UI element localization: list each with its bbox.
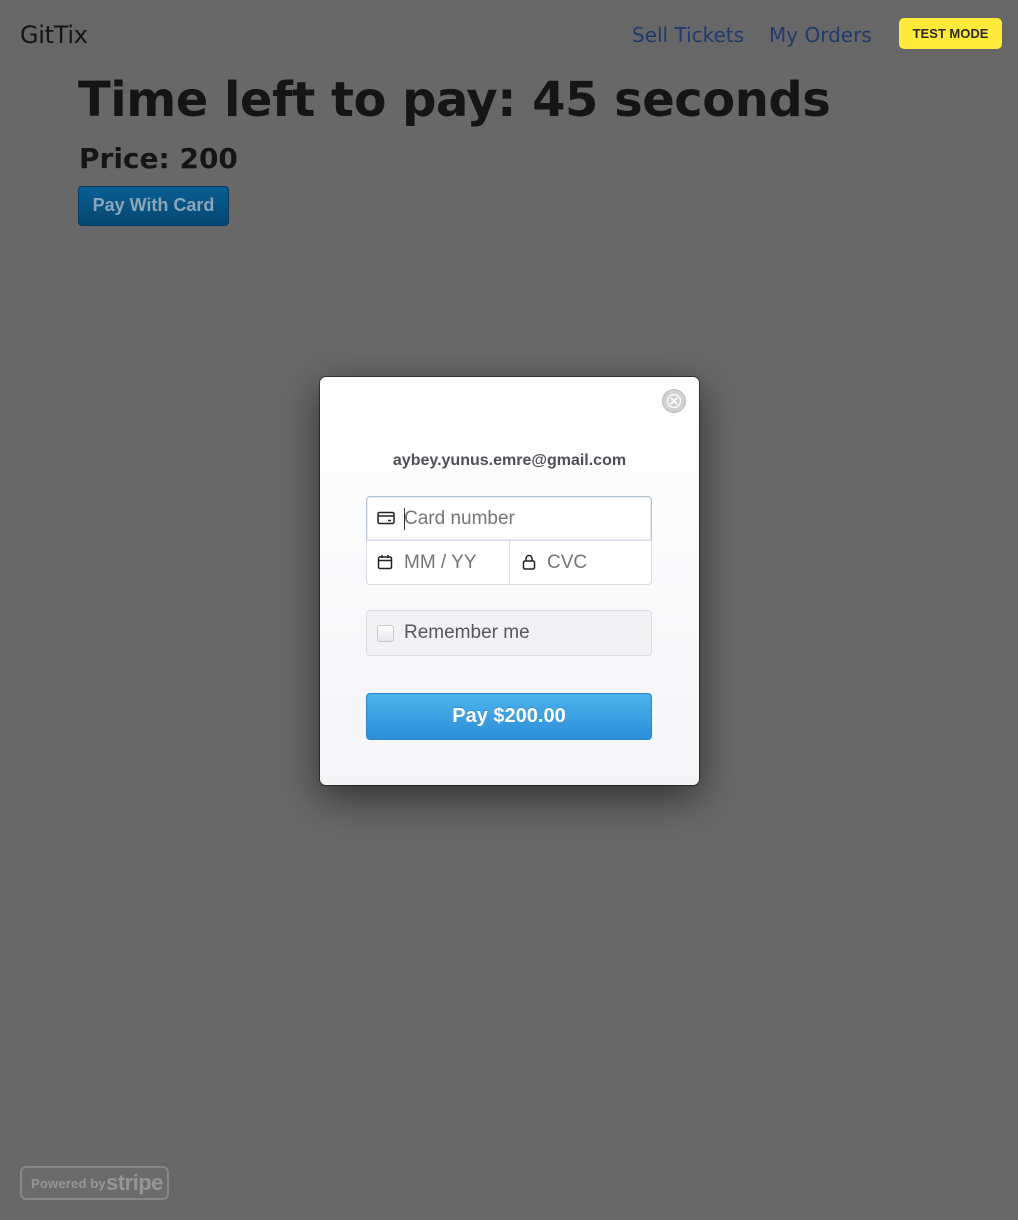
powered-by-stripe-badge[interactable]: Powered by stripe bbox=[20, 1166, 169, 1200]
remember-me-option[interactable]: Remember me bbox=[366, 610, 652, 656]
price-label: Price: 200 bbox=[79, 142, 238, 175]
test-mode-badge: TEST MODE bbox=[899, 18, 1002, 49]
cvc-input[interactable] bbox=[547, 551, 642, 575]
nav-sell-tickets[interactable]: Sell Tickets bbox=[632, 23, 744, 47]
card-number-field[interactable] bbox=[366, 496, 652, 541]
nav-my-orders[interactable]: My Orders bbox=[769, 23, 872, 47]
close-button[interactable] bbox=[662, 389, 686, 413]
expiry-field[interactable] bbox=[366, 540, 510, 585]
page: GitTix Sell Tickets My Orders TEST MODE … bbox=[0, 0, 1018, 1220]
checkout-modal: aybey.yunus.emre@gmail.com Card number M… bbox=[320, 377, 699, 785]
navbar: GitTix Sell Tickets My Orders TEST MODE bbox=[0, 0, 1018, 70]
pay-button[interactable]: Pay $200.00 bbox=[366, 693, 652, 740]
brand-logo[interactable]: GitTix bbox=[20, 21, 88, 49]
lock-icon bbox=[522, 554, 536, 570]
card-number-input[interactable] bbox=[404, 507, 644, 531]
cvc-field[interactable] bbox=[509, 540, 652, 585]
expiry-cvc-row bbox=[366, 540, 652, 585]
card-fields bbox=[366, 496, 652, 585]
pay-with-card-button[interactable]: Pay With Card bbox=[78, 186, 229, 226]
remember-me-label: Remember me bbox=[404, 622, 530, 643]
expiry-input[interactable] bbox=[404, 551, 499, 575]
close-icon bbox=[667, 394, 681, 408]
calendar-icon bbox=[377, 555, 393, 570]
stripe-logo: stripe bbox=[106, 1170, 163, 1195]
credit-card-icon bbox=[377, 511, 395, 525]
powered-by-label: Powered by bbox=[31, 1176, 106, 1191]
remember-me-checkbox[interactable] bbox=[377, 625, 394, 642]
page-title: Time left to pay: 45 seconds bbox=[78, 72, 831, 128]
customer-email: aybey.yunus.emre@gmail.com bbox=[392, 452, 627, 469]
